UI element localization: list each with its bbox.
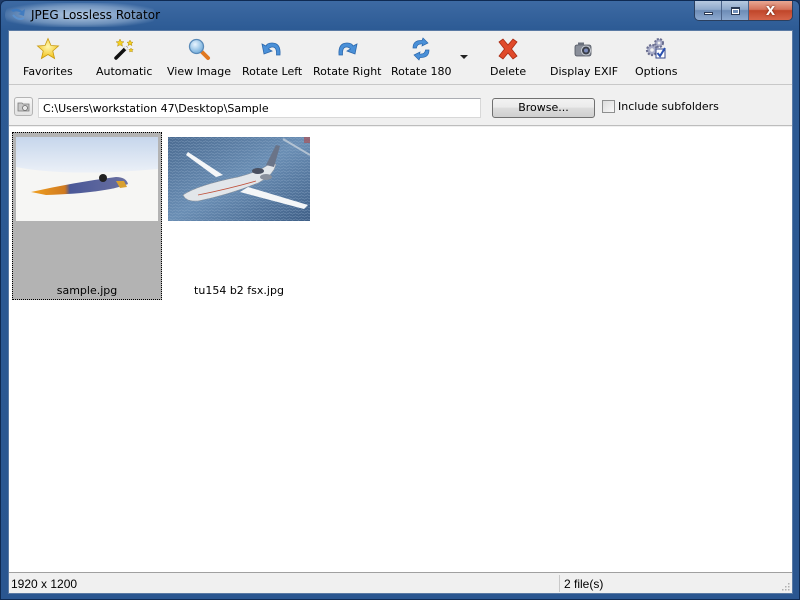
window-title: JPEG Lossless Rotator xyxy=(31,8,161,22)
rotate-left-button[interactable]: Rotate Left xyxy=(242,35,302,83)
close-icon: X xyxy=(765,3,776,18)
file-name: tu154 b2 fsx.jpg xyxy=(194,284,284,297)
favorites-button[interactable]: Favorites xyxy=(23,35,73,83)
title-bar[interactable]: JPEG Lossless Rotator X xyxy=(1,1,799,30)
rotate-right-icon xyxy=(338,42,358,56)
rotate-right-button[interactable]: Rotate Right xyxy=(313,35,381,83)
file-count: 2 file(s) xyxy=(564,577,604,591)
star-icon xyxy=(36,37,60,60)
browse-button[interactable]: Browse... xyxy=(492,98,595,118)
maximize-icon xyxy=(730,6,740,15)
minimize-icon xyxy=(703,12,713,15)
status-bar: 1920 x 1200 2 file(s) xyxy=(9,574,792,593)
path-bar: Browse... Include subfolders xyxy=(9,86,792,126)
display-exif-button[interactable]: Display EXIF xyxy=(550,35,618,83)
magnifier-icon xyxy=(188,38,211,60)
delete-button[interactable]: Delete xyxy=(490,35,526,83)
resize-grip-icon[interactable] xyxy=(780,581,790,591)
folder-icon xyxy=(17,102,30,112)
delete-x-icon xyxy=(498,38,518,60)
app-icon xyxy=(11,8,25,20)
file-item[interactable]: tu154 b2 fsx.jpg xyxy=(164,132,314,300)
view-image-button[interactable]: View Image xyxy=(167,35,231,83)
toolbar: Favorites Automatic View Image Rotate Le… xyxy=(9,31,792,85)
rotate-left-icon xyxy=(261,42,281,56)
include-subfolders-checkbox[interactable] xyxy=(602,100,615,113)
file-thumbnail-view[interactable]: sample.jpg tu154 b2 fsx.jpg xyxy=(9,127,792,573)
close-button[interactable]: X xyxy=(749,1,792,20)
options-button[interactable]: Options xyxy=(635,35,677,83)
caption-buttons: X xyxy=(694,1,793,21)
include-subfolders-control[interactable]: Include subfolders xyxy=(602,100,719,113)
camera-icon xyxy=(574,42,592,57)
client-area: Favorites Automatic View Image Rotate Le… xyxy=(8,30,793,594)
minimize-button[interactable] xyxy=(695,1,722,20)
magic-wand-icon xyxy=(114,38,135,60)
maximize-button[interactable] xyxy=(722,1,749,20)
file-name: sample.jpg xyxy=(56,284,118,297)
folder-select-button[interactable] xyxy=(14,97,33,116)
gears-check-icon xyxy=(646,38,667,59)
include-subfolders-label: Include subfolders xyxy=(618,100,719,113)
file-item[interactable]: sample.jpg xyxy=(12,132,162,300)
app-window: JPEG Lossless Rotator X Favorites Automa… xyxy=(0,0,800,600)
thumbnail-image xyxy=(16,137,158,221)
image-dimensions: 1920 x 1200 xyxy=(11,577,78,591)
rotate-180-icon xyxy=(412,37,430,61)
automatic-button[interactable]: Automatic xyxy=(96,35,152,83)
status-divider xyxy=(559,575,560,592)
folder-path-input[interactable] xyxy=(38,98,481,118)
rotate-180-button[interactable]: Rotate 180 xyxy=(391,35,452,83)
rotate-dropdown-arrow-icon[interactable] xyxy=(459,52,469,62)
thumbnail-image xyxy=(168,137,310,221)
